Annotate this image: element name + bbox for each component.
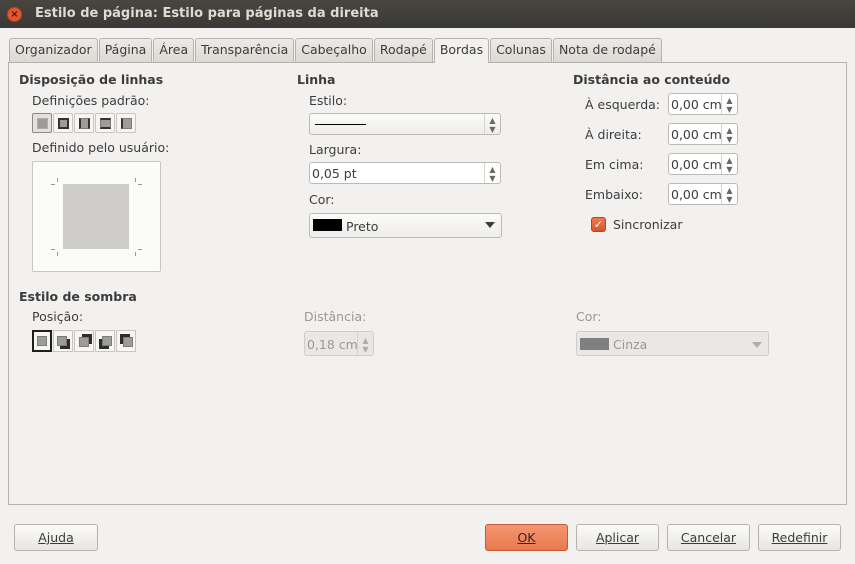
cancel-button-label: Cancelar	[680, 530, 737, 545]
spacing-right-value: 0,00 cm	[671, 127, 722, 142]
spin-icon[interactable]: ▲ ▼	[721, 184, 737, 204]
line-style-spin-icon[interactable]: ▲ ▼	[484, 114, 500, 134]
line-style-select[interactable]: ▲ ▼	[309, 113, 501, 135]
tab-cabecalho[interactable]: Cabeçalho	[295, 38, 373, 62]
preset-left-right-button[interactable]	[74, 113, 94, 133]
spacing-top-label: Em cima:	[585, 157, 644, 172]
shadow-top-right-button[interactable]	[74, 330, 94, 352]
line-color-label: Cor:	[309, 192, 335, 207]
corner-tick	[57, 252, 58, 256]
shadow-color-label: Cor:	[576, 309, 602, 324]
borders-panel: Disposição de linhas Definições padrão: …	[8, 62, 847, 505]
spacing-right-label: À direita:	[585, 127, 642, 142]
tab-organizador[interactable]: Organizador	[9, 38, 98, 62]
spacing-bottom-value: 0,00 cm	[671, 187, 722, 202]
spacing-top-value: 0,00 cm	[671, 157, 722, 172]
shadow-distance-spinner[interactable]: 0,18 cm ▲ ▼	[304, 331, 374, 356]
spacing-left-label: À esquerda:	[585, 97, 660, 112]
line-arrangement-heading: Disposição de linhas	[19, 72, 164, 87]
help-button-label: Ajuda	[38, 530, 74, 545]
shadow-heading: Estilo de sombra	[19, 289, 137, 304]
apply-button[interactable]: Aplicar	[576, 524, 659, 551]
tab-transparencia[interactable]: Transparência	[195, 38, 295, 62]
reset-button[interactable]: Redefinir	[758, 524, 841, 551]
corner-tick	[135, 178, 136, 182]
shadow-position-label: Posição:	[32, 309, 84, 324]
shadow-distance-label: Distância:	[304, 309, 367, 324]
line-color-select[interactable]: Preto	[309, 213, 502, 238]
spin-icon[interactable]: ▲ ▼	[721, 124, 737, 144]
tab-rodape[interactable]: Rodapé	[373, 38, 433, 62]
spacing-left-spinner[interactable]: 0,00 cm ▲ ▼	[668, 93, 738, 115]
spin-icon[interactable]: ▲ ▼	[721, 154, 737, 174]
shadow-top-left-button[interactable]	[116, 330, 136, 352]
close-icon[interactable]: ×	[7, 7, 22, 22]
ok-button[interactable]: OK	[485, 524, 568, 551]
shadow-position-buttons	[32, 330, 136, 352]
line-width-spin-icon[interactable]: ▲ ▼	[484, 163, 500, 183]
line-heading: Linha	[297, 72, 336, 87]
preset-all-borders-button[interactable]	[53, 113, 73, 133]
title-bar: × Estilo de página: Estilo para páginas …	[0, 0, 855, 28]
width-label: Largura:	[309, 142, 362, 157]
spacing-bottom-spinner[interactable]: 0,00 cm ▲ ▼	[668, 183, 738, 205]
apply-button-label: Aplicar	[595, 530, 640, 545]
spacing-left-value: 0,00 cm	[671, 97, 722, 112]
spin-icon[interactable]: ▲ ▼	[721, 94, 737, 114]
shadow-bottom-left-button[interactable]	[95, 330, 115, 352]
user-defined-label: Definido pelo usuário:	[32, 140, 170, 155]
corner-tick	[51, 184, 55, 185]
spacing-heading: Distância ao conteúdo	[573, 72, 731, 87]
chevron-down-icon	[485, 222, 495, 228]
cancel-button[interactable]: Cancelar	[667, 524, 750, 551]
spacing-right-spinner[interactable]: 0,00 cm ▲ ▼	[668, 123, 738, 145]
corner-tick	[135, 252, 136, 256]
corner-tick	[51, 249, 55, 250]
preview-page-area	[63, 184, 129, 249]
synchronize-checkbox[interactable]: ✓	[591, 217, 606, 232]
tab-area[interactable]: Área	[153, 38, 195, 62]
tab-nota-de-rodape[interactable]: Nota de rodapé	[552, 38, 662, 62]
style-label: Estilo:	[309, 93, 348, 108]
preset-left-button[interactable]	[116, 113, 136, 133]
preset-buttons	[32, 113, 136, 133]
presets-label: Definições padrão:	[32, 93, 150, 108]
line-color-value: Preto	[346, 219, 379, 234]
ok-button-label: OK	[517, 530, 536, 545]
line-width-spinner[interactable]: 0,05 pt ▲ ▼	[309, 162, 501, 184]
chevron-down-icon	[752, 342, 762, 348]
spacing-top-spinner[interactable]: 0,00 cm ▲ ▼	[668, 153, 738, 175]
preset-top-bottom-button[interactable]	[95, 113, 115, 133]
shadow-distance-value: 0,18 cm	[307, 337, 358, 352]
line-style-sample	[315, 124, 366, 125]
corner-tick	[138, 249, 142, 250]
reset-button-label: Redefinir	[771, 530, 828, 545]
corner-tick	[138, 184, 142, 185]
shadow-color-value: Cinza	[613, 337, 648, 352]
tab-pagina[interactable]: Página	[98, 38, 153, 62]
shadow-color-select[interactable]: Cinza	[576, 331, 769, 356]
synchronize-label: Sincronizar	[613, 217, 683, 232]
spacing-bottom-label: Embaixo:	[585, 187, 644, 202]
shadow-bottom-right-button[interactable]	[53, 330, 73, 352]
preset-none-button[interactable]	[32, 113, 52, 133]
line-width-value: 0,05 pt	[312, 166, 357, 181]
window-title: Estilo de página: Estilo para páginas da…	[35, 6, 379, 21]
tab-bordas[interactable]: Bordas	[433, 38, 490, 63]
tab-colunas[interactable]: Colunas	[490, 38, 552, 62]
tab-bar: Organizador Página Área Transparência Ca…	[9, 38, 663, 63]
shadow-none-button[interactable]	[32, 330, 52, 352]
help-button[interactable]: Ajuda	[14, 524, 98, 551]
shadow-color-swatch	[580, 338, 609, 350]
line-color-swatch	[313, 219, 342, 231]
corner-tick	[57, 178, 58, 182]
user-defined-border-preview[interactable]	[32, 161, 161, 272]
spin-icon[interactable]: ▲ ▼	[357, 332, 373, 355]
